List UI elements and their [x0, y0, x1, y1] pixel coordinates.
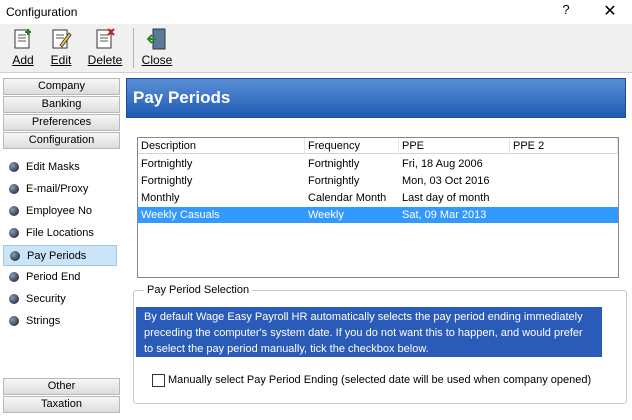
cell-ppe2 — [510, 156, 513, 172]
title-bar: Configuration ? ✕ — [0, 0, 632, 24]
info-note: By default Wage Easy Payroll HR automati… — [136, 307, 602, 357]
group-label: Pay Period Selection — [144, 284, 253, 296]
table-row-selected[interactable]: Weekly Casuals Weekly Sat, 09 Mar 2013 — [138, 207, 618, 223]
cell-description: Weekly Casuals — [141, 209, 220, 221]
edit-document-icon — [52, 29, 72, 49]
close-window-button[interactable]: ✕ — [598, 1, 622, 23]
toolbar: Add Edit Delete Close — [0, 24, 632, 73]
nav-item-label: Security — [26, 293, 66, 305]
column-header-ppe2[interactable]: PPE 2 — [510, 138, 618, 154]
nav-item-strings[interactable]: Strings — [3, 311, 117, 332]
nav-item-pay-periods[interactable]: Pay Periods — [3, 245, 117, 266]
nav-item-label: Strings — [26, 315, 61, 327]
cell-ppe: Last day of month — [402, 192, 490, 204]
cell-ppe: Fri, 18 Aug 2006 — [402, 158, 483, 170]
nav-item-period-end[interactable]: Period End — [3, 267, 117, 288]
cell-ppe: Sat, 09 Mar 2013 — [402, 209, 487, 221]
table-row[interactable]: Fortnightly Fortnightly Fri, 18 Aug 2006 — [138, 156, 618, 172]
nav-item-employee-no[interactable]: Employee No — [3, 201, 117, 222]
table-row[interactable]: Monthly Calendar Month Last day of month — [138, 190, 618, 206]
content-pane: Pay Periods Description Frequency PPE PP… — [123, 74, 632, 420]
nav-item-label: E-mail/Proxy — [26, 183, 89, 195]
window-title: Configuration — [6, 5, 78, 19]
bullet-icon — [9, 206, 19, 216]
edit-button[interactable]: Edit — [46, 27, 76, 71]
bullet-icon — [9, 316, 19, 326]
cell-frequency: Calendar Month — [308, 192, 387, 204]
cell-ppe: Mon, 03 Oct 2016 — [402, 175, 490, 187]
bullet-icon — [9, 272, 19, 282]
exit-door-icon — [146, 28, 166, 50]
table-row[interactable]: Fortnightly Fortnightly Mon, 03 Oct 2016 — [138, 173, 618, 189]
add-document-icon — [14, 29, 31, 49]
pay-periods-table[interactable]: Description Frequency PPE PPE 2 Fortnigh… — [137, 137, 619, 278]
delete-button[interactable]: Delete — [84, 27, 126, 71]
nav-item-label: Period End — [26, 271, 81, 283]
nav-section-preferences[interactable]: Preferences — [3, 114, 120, 131]
column-header-frequency[interactable]: Frequency — [305, 138, 399, 154]
nav-section-banking[interactable]: Banking — [3, 96, 120, 113]
delete-document-icon — [96, 28, 115, 49]
page-banner: Pay Periods — [126, 78, 626, 118]
nav-item-edit-masks[interactable]: Edit Masks — [3, 157, 117, 178]
nav-section-company[interactable]: Company — [3, 78, 120, 95]
edit-label: Edit — [50, 53, 72, 67]
bullet-icon — [10, 251, 20, 261]
bullet-icon — [9, 228, 19, 238]
nav-item-label: File Locations — [26, 227, 94, 239]
nav-item-label: Employee No — [26, 205, 93, 217]
column-header-description[interactable]: Description — [138, 138, 305, 154]
nav-item-security[interactable]: Security — [3, 289, 117, 310]
nav-item-label: Pay Periods — [27, 250, 87, 262]
cell-description: Fortnightly — [141, 175, 193, 187]
delete-label: Delete — [87, 53, 123, 67]
add-label: Add — [12, 53, 34, 67]
cell-frequency: Fortnightly — [308, 175, 360, 187]
navigation-pane: Company Banking Preferences Configuratio… — [0, 74, 123, 420]
cell-description: Monthly — [141, 192, 180, 204]
cell-ppe2 — [510, 190, 513, 206]
nav-section-configuration[interactable]: Configuration — [3, 132, 120, 149]
nav-section-other[interactable]: Other — [3, 378, 120, 395]
nav-item-label: Edit Masks — [26, 161, 80, 173]
cell-description: Fortnightly — [141, 158, 193, 170]
cell-frequency: Fortnightly — [308, 158, 360, 170]
table-header: Description Frequency PPE PPE 2 — [138, 138, 618, 154]
bullet-icon — [9, 294, 19, 304]
page-title: Pay Periods — [133, 88, 231, 107]
column-header-ppe[interactable]: PPE — [399, 138, 510, 154]
cell-frequency: Weekly — [308, 209, 344, 221]
nav-section-taxation[interactable]: Taxation — [3, 396, 120, 413]
cell-ppe2 — [510, 207, 513, 223]
nav-item-email-proxy[interactable]: E-mail/Proxy — [3, 179, 117, 200]
nav-item-file-locations[interactable]: File Locations — [3, 223, 117, 244]
manual-ppe-checkbox[interactable] — [152, 374, 165, 387]
toolbar-separator — [133, 28, 134, 68]
add-button[interactable]: Add — [8, 27, 38, 71]
bullet-icon — [9, 162, 19, 172]
cell-ppe2 — [510, 173, 513, 189]
close-button[interactable]: Close — [140, 27, 174, 71]
help-button[interactable]: ? — [558, 2, 574, 22]
bullet-icon — [9, 184, 19, 194]
close-label: Close — [141, 53, 173, 67]
manual-ppe-checkbox-label[interactable]: Manually select Pay Period Ending (selec… — [168, 374, 591, 386]
